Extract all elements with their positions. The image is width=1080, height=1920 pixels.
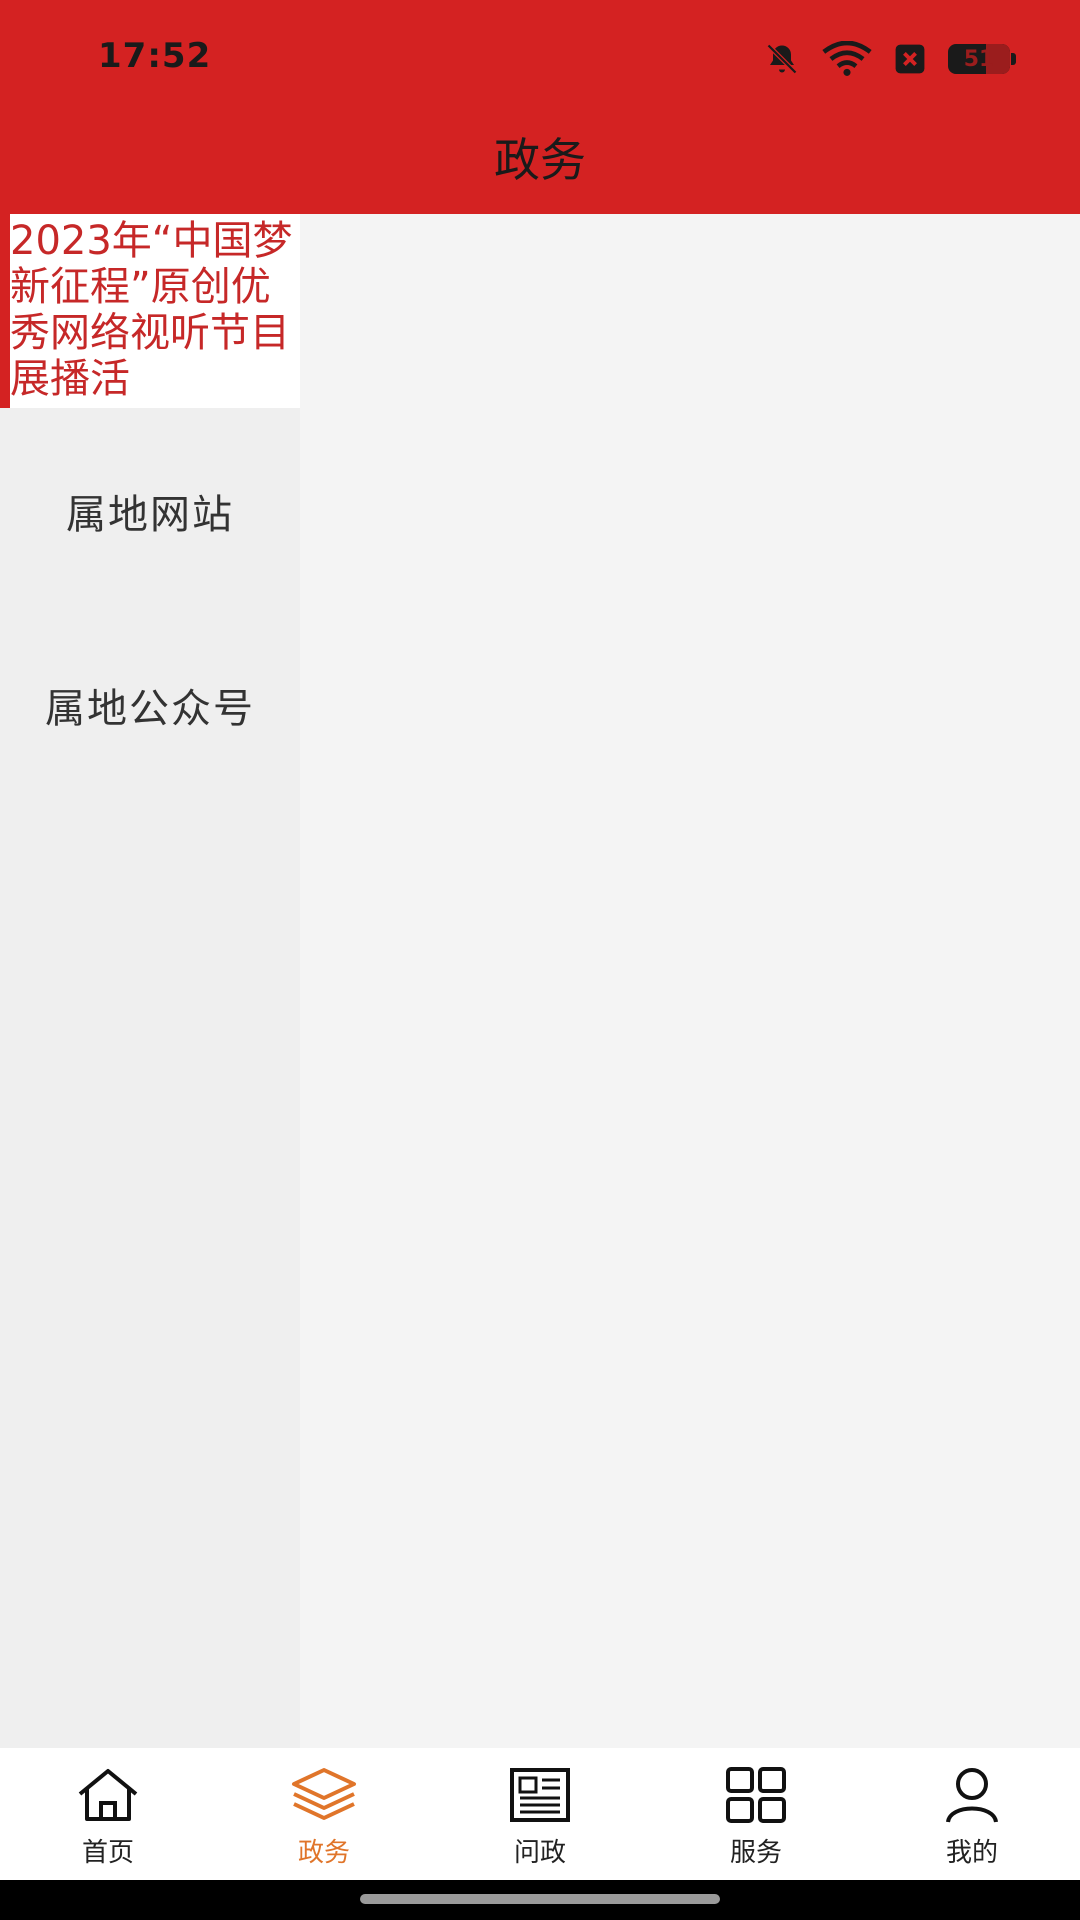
tab-government[interactable]: 政务 (216, 1748, 432, 1880)
header: 17:52 51 政务 (0, 0, 1080, 214)
active-indicator (0, 214, 10, 408)
content-area (300, 214, 1080, 1748)
tab-home[interactable]: 首页 (0, 1748, 216, 1880)
sidebar-item-label: 2023年“中国梦 新征程”原创优秀网络视听节目展播活 (10, 218, 293, 402)
page-title: 政务 (494, 133, 586, 187)
tab-mine[interactable]: 我的 (864, 1748, 1080, 1880)
home-icon (78, 1769, 138, 1821)
tab-inquiry-label: 问政 (513, 1838, 566, 1868)
tab-government-label: 政务 (297, 1838, 350, 1868)
wifi-icon (822, 41, 872, 76)
sidebar-item-active[interactable]: 2023年“中国梦 新征程”原创优秀网络视听节目展播活 (0, 214, 300, 408)
layers-icon (292, 1768, 356, 1820)
sidebar-item-local-accounts[interactable]: 属地公众号 (0, 676, 300, 734)
sidebar-item-local-websites[interactable]: 属地网站 (0, 482, 300, 540)
sidebar: 2023年“中国梦 新征程”原创优秀网络视听节目展播活 属地网站 属地公众号 (0, 214, 300, 1748)
system-nav-bar (0, 1880, 1080, 1920)
sim-error-icon (895, 44, 925, 74)
tab-mine-label: 我的 (945, 1838, 998, 1868)
home-indicator[interactable] (360, 1894, 720, 1904)
bottom-tab-bar: 首页 政务 问政 服务 我的 (0, 1748, 1080, 1880)
tab-services-label: 服务 (729, 1838, 782, 1868)
battery-level: 51 (963, 46, 995, 72)
tab-home-label: 首页 (81, 1838, 134, 1868)
bell-off-icon (766, 43, 798, 75)
newspaper-icon (510, 1768, 570, 1822)
tab-inquiry[interactable]: 问政 (432, 1748, 648, 1880)
user-icon (946, 1768, 998, 1823)
battery-icon: 51 (948, 44, 1016, 74)
status-icons: 51 (764, 38, 1016, 80)
tab-services[interactable]: 服务 (648, 1748, 864, 1880)
status-time: 17:52 (98, 36, 212, 76)
grid-icon (726, 1767, 786, 1823)
